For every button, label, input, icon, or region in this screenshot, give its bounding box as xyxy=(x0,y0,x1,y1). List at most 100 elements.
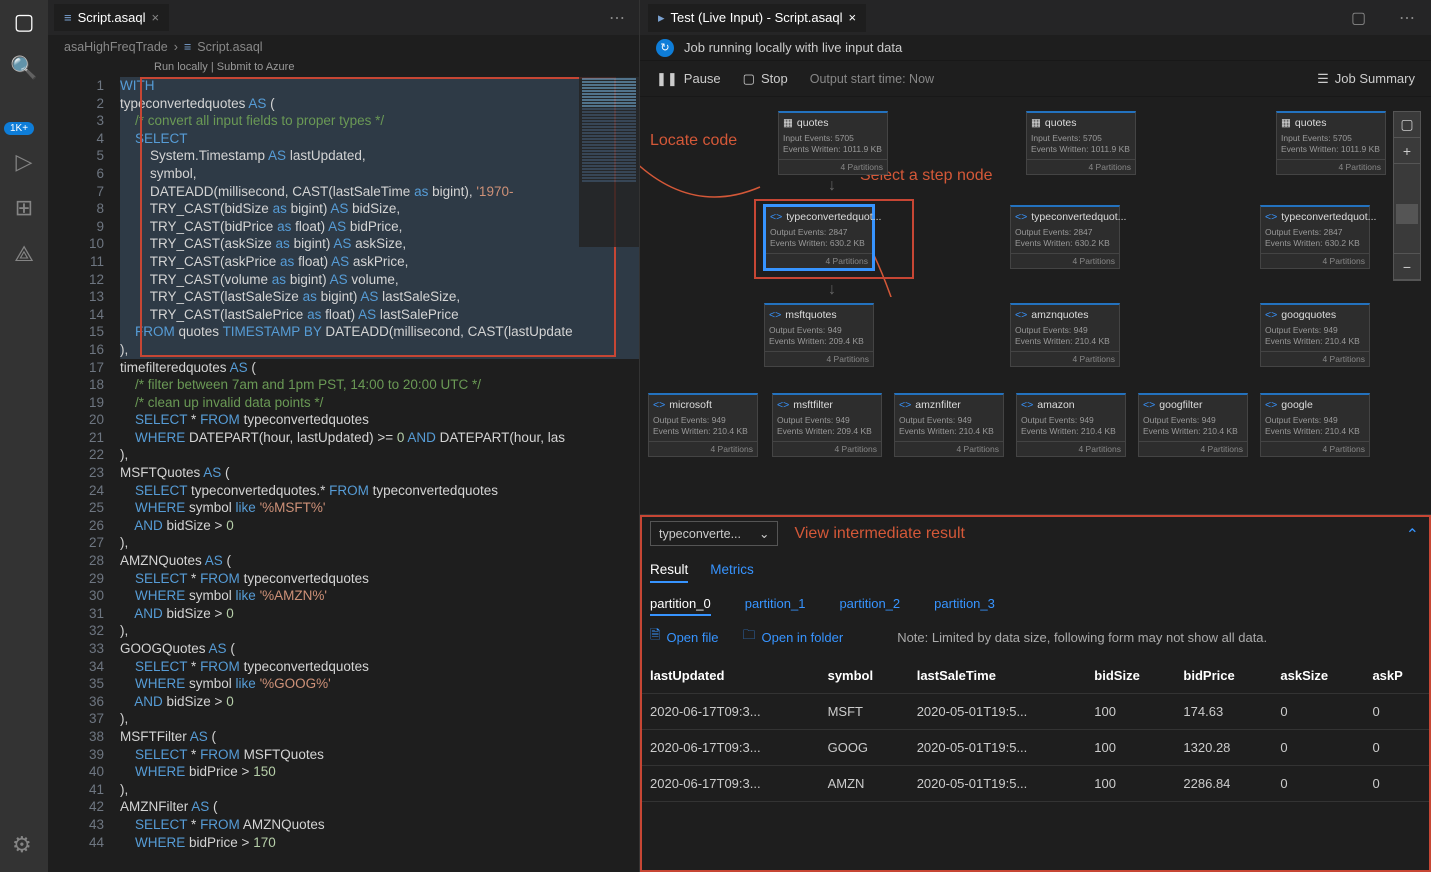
code-line[interactable]: SELECT typeconvertedquotes.* FROM typeco… xyxy=(120,482,639,500)
code-line[interactable]: timefilteredquotes AS ( xyxy=(120,359,639,377)
tab-script[interactable]: ≡ Script.asaql × xyxy=(54,4,169,31)
zoom-out-button[interactable]: − xyxy=(1394,254,1420,280)
code-line[interactable]: TRY_CAST(askSize as bigint) AS askSize, xyxy=(120,235,639,253)
stop-button[interactable]: ▢Stop xyxy=(743,71,788,87)
node-msftfilter[interactable]: <>msftfilter Output Events: 949Events Wr… xyxy=(772,393,882,457)
code-line[interactable]: AND bidSize > 0 xyxy=(120,517,639,535)
code-line[interactable]: ), xyxy=(120,534,639,552)
code-line[interactable]: SELECT * FROM typeconvertedquotes xyxy=(120,658,639,676)
tab-test[interactable]: ▸ Test (Live Input) - Script.asaql × xyxy=(648,4,866,32)
code-editor[interactable]: 1234567891011121314151617181920212223242… xyxy=(48,77,639,872)
explorer-icon[interactable]: ▢ xyxy=(10,8,38,36)
col-header[interactable]: lastUpdated xyxy=(640,658,818,694)
tab-result[interactable]: Result xyxy=(650,558,688,583)
table-row[interactable]: 2020-06-17T09:3...AMZN2020-05-01T19:5...… xyxy=(640,766,1431,802)
node-google[interactable]: <>google Output Events: 949Events Writte… xyxy=(1260,393,1370,457)
tab-metrics[interactable]: Metrics xyxy=(710,558,754,583)
code-line[interactable]: AMZNFilter AS ( xyxy=(120,798,639,816)
step-dropdown[interactable]: typeconverte... ⌄ xyxy=(650,521,778,546)
pause-button[interactable]: ❚❚Pause xyxy=(656,71,721,87)
search-icon[interactable]: 🔍 xyxy=(10,54,38,82)
code-line[interactable]: SELECT * FROM typeconvertedquotes xyxy=(120,570,639,588)
extensions-icon[interactable]: ⊞ xyxy=(10,194,38,222)
code-line[interactable]: MSFTQuotes AS ( xyxy=(120,464,639,482)
code-line[interactable]: System.Timestamp AS lastUpdated, xyxy=(120,147,639,165)
code-line[interactable]: ), xyxy=(120,781,639,799)
code-line[interactable]: AND bidSize > 0 xyxy=(120,605,639,623)
node-amazon[interactable]: <>amazon Output Events: 949Events Writte… xyxy=(1016,393,1126,457)
col-header[interactable]: lastSaleTime xyxy=(907,658,1085,694)
open-folder-button[interactable]: 🗀Open in folder xyxy=(743,626,844,648)
azure-icon[interactable]: ⟁ xyxy=(10,240,38,268)
code-line[interactable]: WHERE symbol like '%AMZN%' xyxy=(120,587,639,605)
col-header[interactable]: bidSize xyxy=(1084,658,1173,694)
collapse-icon[interactable]: ⌃ xyxy=(1406,525,1419,545)
zoom-slider[interactable] xyxy=(1394,164,1420,254)
code-line[interactable]: WHERE bidPrice > 170 xyxy=(120,834,639,852)
partition-tab[interactable]: partition_1 xyxy=(745,593,806,616)
node-amznquotes[interactable]: <>amznquotes Output Events: 949Events Wr… xyxy=(1010,303,1120,367)
table-row[interactable]: 2020-06-17T09:3...GOOG2020-05-01T19:5...… xyxy=(640,730,1431,766)
code-line[interactable]: MSFTFilter AS ( xyxy=(120,728,639,746)
tab-actions[interactable]: ▢ ⋯ xyxy=(1351,8,1423,28)
breadcrumb[interactable]: asaHighFreqTrade › ≡ Script.asaql xyxy=(48,35,639,59)
code-line[interactable]: ), xyxy=(120,622,639,640)
code-line[interactable]: FROM quotes TIMESTAMP BY DATEADD(millise… xyxy=(120,323,639,341)
node-msftquotes[interactable]: <>msftquotes Output Events: 949Events Wr… xyxy=(764,303,874,367)
partition-tab[interactable]: partition_3 xyxy=(934,593,995,616)
settings-icon[interactable]: ⚙ xyxy=(12,832,32,858)
node-googfilter[interactable]: <>googfilter Output Events: 949Events Wr… xyxy=(1138,393,1248,457)
node-typeconverted[interactable]: <>typeconvertedquot... Output Events: 28… xyxy=(764,205,874,270)
code-line[interactable]: TRY_CAST(volume as bigint) AS volume, xyxy=(120,271,639,289)
debug-icon[interactable]: ▷ xyxy=(10,148,38,176)
partition-tab[interactable]: partition_2 xyxy=(839,593,900,616)
code-line[interactable]: /* filter between 7am and 1pm PST, 14:00… xyxy=(120,376,639,394)
code-line[interactable]: WITH xyxy=(120,77,639,95)
code-line[interactable]: WHERE symbol like '%GOOG%' xyxy=(120,675,639,693)
open-file-button[interactable]: 🗎Open file xyxy=(650,626,719,648)
code-line[interactable]: DATEADD(millisecond, CAST(lastSaleTime a… xyxy=(120,183,639,201)
run-locally-link[interactable]: Run locally xyxy=(154,61,208,73)
code-line[interactable]: WHERE symbol like '%MSFT%' xyxy=(120,499,639,517)
job-summary-button[interactable]: ☰ Job Summary xyxy=(1317,71,1415,87)
node-typecv-3[interactable]: <>typeconvertedquot... Output Events: 28… xyxy=(1260,205,1370,269)
code-line[interactable]: AND bidSize > 0 xyxy=(120,693,639,711)
partition-tab[interactable]: partition_0 xyxy=(650,593,711,616)
code-line[interactable]: symbol, xyxy=(120,165,639,183)
node-microsoft[interactable]: <>microsoft Output Events: 949Events Wri… xyxy=(648,393,758,457)
code-line[interactable]: SELECT * FROM MSFTQuotes xyxy=(120,746,639,764)
col-header[interactable]: symbol xyxy=(818,658,907,694)
col-header[interactable]: bidPrice xyxy=(1173,658,1270,694)
minimap[interactable] xyxy=(579,77,639,247)
col-header[interactable]: askP xyxy=(1362,658,1431,694)
tab-actions[interactable]: ⋯ xyxy=(609,8,633,28)
code-line[interactable]: TRY_CAST(bidPrice as float) AS bidPrice, xyxy=(120,218,639,236)
code-line[interactable]: ), xyxy=(120,446,639,464)
code-line[interactable]: TRY_CAST(lastSalePrice as float) AS last… xyxy=(120,306,639,324)
node-googquotes[interactable]: <>googquotes Output Events: 949Events Wr… xyxy=(1260,303,1370,367)
table-row[interactable]: 2020-06-17T09:3...MSFT2020-05-01T19:5...… xyxy=(640,694,1431,730)
code-line[interactable]: GOOGQuotes AS ( xyxy=(120,640,639,658)
zoom-fit-button[interactable]: ▢ xyxy=(1394,112,1420,138)
close-icon[interactable]: × xyxy=(152,10,160,25)
code-line[interactable]: WHERE bidPrice > 150 xyxy=(120,763,639,781)
node-typecv-2[interactable]: <>typeconvertedquot... Output Events: 28… xyxy=(1010,205,1120,269)
diagram-canvas[interactable]: Locate code Select a step node ▦quotes I… xyxy=(640,97,1431,514)
zoom-in-button[interactable]: + xyxy=(1394,138,1420,164)
code-line[interactable]: AMZNQuotes AS ( xyxy=(120,552,639,570)
code-line[interactable]: TRY_CAST(lastSaleSize as bigint) AS last… xyxy=(120,288,639,306)
code-line[interactable]: SELECT * FROM typeconvertedquotes xyxy=(120,411,639,429)
code-line[interactable]: WHERE DATEPART(hour, lastUpdated) >= 0 A… xyxy=(120,429,639,447)
code-line[interactable]: SELECT * FROM AMZNQuotes xyxy=(120,816,639,834)
node-quotes-2[interactable]: ▦quotes Input Events: 5705Events Written… xyxy=(1026,111,1136,175)
code-line[interactable]: ), xyxy=(120,341,639,359)
node-amznfilter[interactable]: <>amznfilter Output Events: 949Events Wr… xyxy=(894,393,1004,457)
code-line[interactable]: /* convert all input fields to proper ty… xyxy=(120,112,639,130)
code-line[interactable]: ), xyxy=(120,710,639,728)
submit-azure-link[interactable]: Submit to Azure xyxy=(217,61,295,73)
node-quotes-3[interactable]: ▦quotes Input Events: 5705Events Written… xyxy=(1276,111,1386,175)
code-line[interactable]: TRY_CAST(askPrice as float) AS askPrice, xyxy=(120,253,639,271)
code-line[interactable]: typeconvertedquotes AS ( xyxy=(120,95,639,113)
code-line[interactable]: SELECT xyxy=(120,130,639,148)
node-quotes[interactable]: ▦quotes Input Events: 5705Events Written… xyxy=(778,111,888,175)
